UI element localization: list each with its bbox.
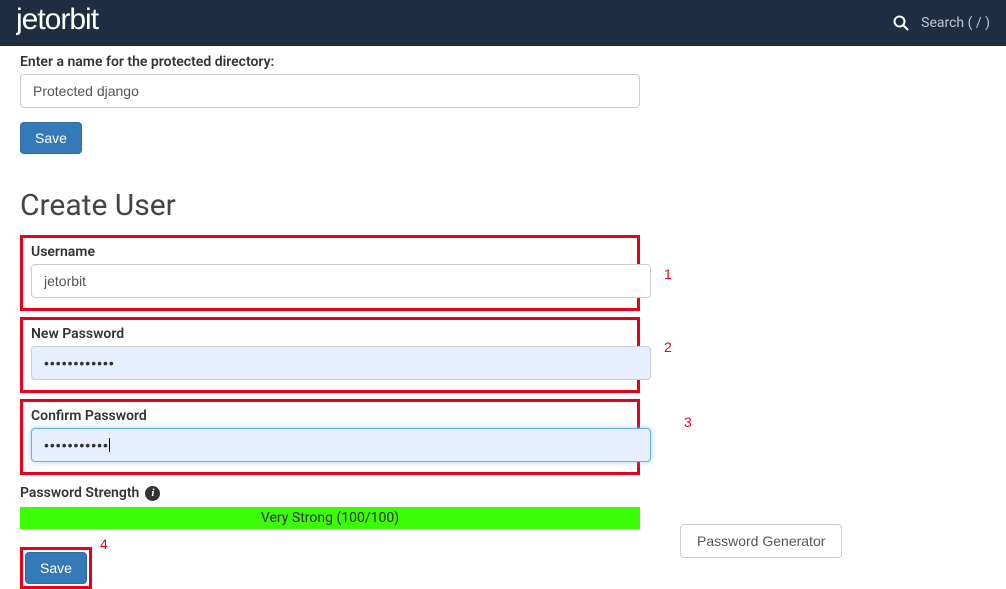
new-password-label: New Password (31, 326, 629, 342)
username-highlight-box: Username (20, 235, 640, 311)
annotation-1: 1 (664, 266, 672, 282)
create-user-heading: Create User (20, 188, 640, 223)
annotation-3: 3 (684, 414, 692, 430)
password-strength-label: Password Strength (20, 485, 139, 501)
protected-dir-input[interactable] (20, 74, 640, 108)
navbar: jetorbit Search ( / ) (0, 0, 1006, 46)
logo-svg: jetorbit (16, 5, 196, 35)
save-user-button[interactable]: Save (25, 552, 87, 584)
confirm-password-label: Confirm Password (31, 408, 629, 424)
new-password-input[interactable]: •••••••••••• (31, 346, 651, 380)
annotation-2: 2 (664, 339, 672, 355)
logo: jetorbit (16, 5, 196, 42)
username-input[interactable] (31, 264, 651, 298)
search-placeholder: Search ( / ) (921, 15, 990, 31)
strength-text: Very Strong (100/100) (261, 510, 399, 526)
password-generator-wrap: Password Generator (680, 524, 842, 558)
confirm-password-highlight-box: Confirm Password ••••••••••• (20, 399, 640, 475)
strength-label-row: Password Strength i (20, 485, 640, 501)
protected-dir-group: Enter a name for the protected directory… (20, 54, 640, 108)
svg-text:jetorbit: jetorbit (16, 5, 100, 35)
save-user-highlight-box: Save (20, 547, 92, 589)
save-protected-button[interactable]: Save (20, 122, 82, 154)
annotation-4: 4 (100, 536, 108, 552)
username-label: Username (31, 244, 629, 260)
search-icon (893, 15, 909, 31)
info-icon[interactable]: i (145, 486, 160, 501)
new-password-highlight-box: New Password •••••••••••• (20, 317, 640, 393)
protected-dir-label: Enter a name for the protected directory… (20, 54, 640, 70)
password-generator-button[interactable]: Password Generator (680, 524, 842, 558)
password-strength-bar: Very Strong (100/100) (20, 507, 640, 529)
text-cursor (109, 438, 110, 452)
confirm-password-input[interactable]: ••••••••••• (31, 428, 651, 462)
search-area[interactable]: Search ( / ) (893, 15, 990, 31)
main-content: Enter a name for the protected directory… (0, 46, 660, 589)
